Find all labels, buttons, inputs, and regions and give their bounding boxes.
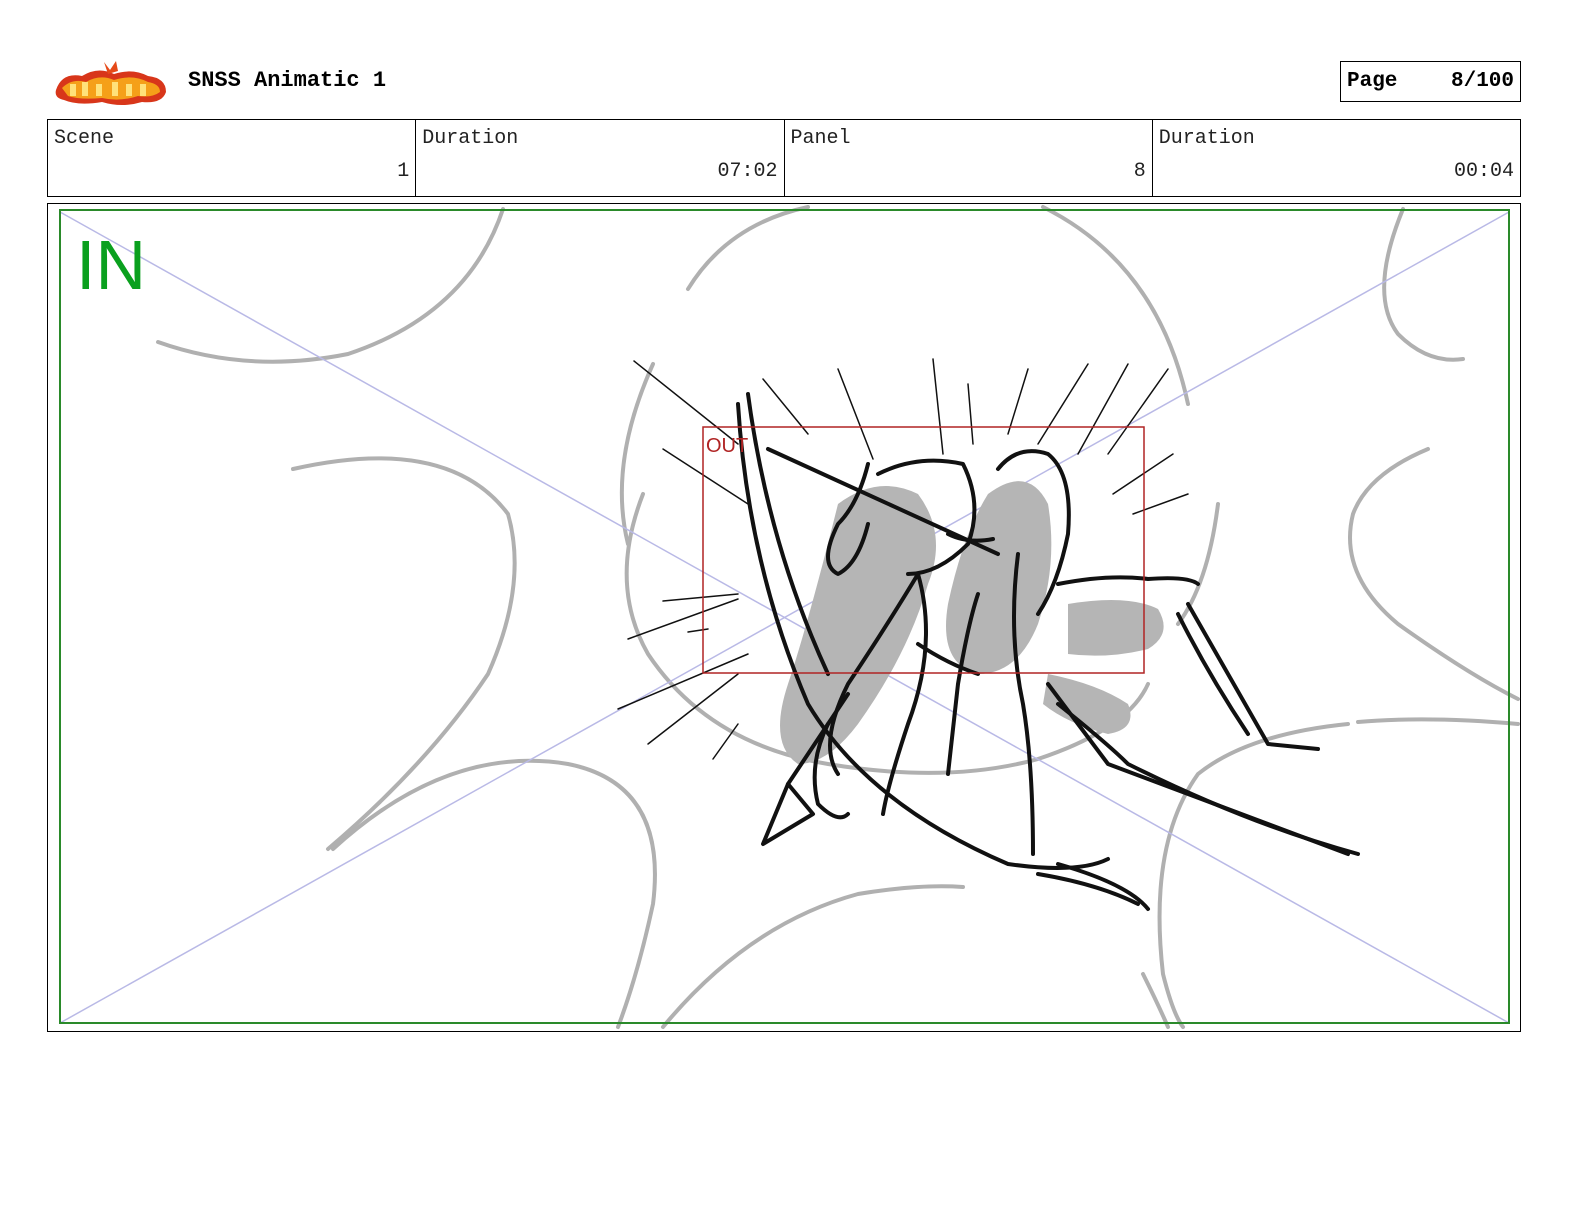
panel-label: Panel: [790, 127, 851, 150]
page-label: Page: [1347, 70, 1398, 93]
panel-duration-value: 00:04: [1453, 160, 1514, 183]
scene-duration-cell: Duration 07:02: [416, 120, 785, 196]
scene-duration-label: Duration: [422, 127, 519, 150]
sir-fans-a-lot-logo-icon: [52, 58, 170, 108]
in-frame-label: IN: [76, 226, 146, 304]
scene-duration-value: 07:02: [717, 160, 778, 183]
page-indicator: Page 8/100: [1340, 61, 1521, 102]
page-value: 8/100: [1450, 70, 1514, 93]
scene-cell: Scene 1: [48, 120, 417, 196]
out-frame-label: OUT: [706, 435, 749, 457]
panel-duration-cell: Duration 00:04: [1153, 120, 1520, 196]
scene-value: 1: [397, 160, 410, 183]
scene-label: Scene: [54, 127, 115, 150]
panel-value: 8: [1133, 160, 1146, 183]
panel-duration-label: Duration: [1158, 127, 1255, 150]
storyboard-panel: IN OUT: [47, 203, 1521, 1032]
guide-lines: [59, 211, 1510, 1024]
panel-drawing: [59, 205, 1520, 1029]
document-title: SNSS Animatic 1: [188, 68, 387, 93]
panel-cell: Panel 8: [785, 120, 1153, 196]
panel-info-table: Scene 1 Duration 07:02 Panel 8 Duration …: [47, 119, 1521, 197]
